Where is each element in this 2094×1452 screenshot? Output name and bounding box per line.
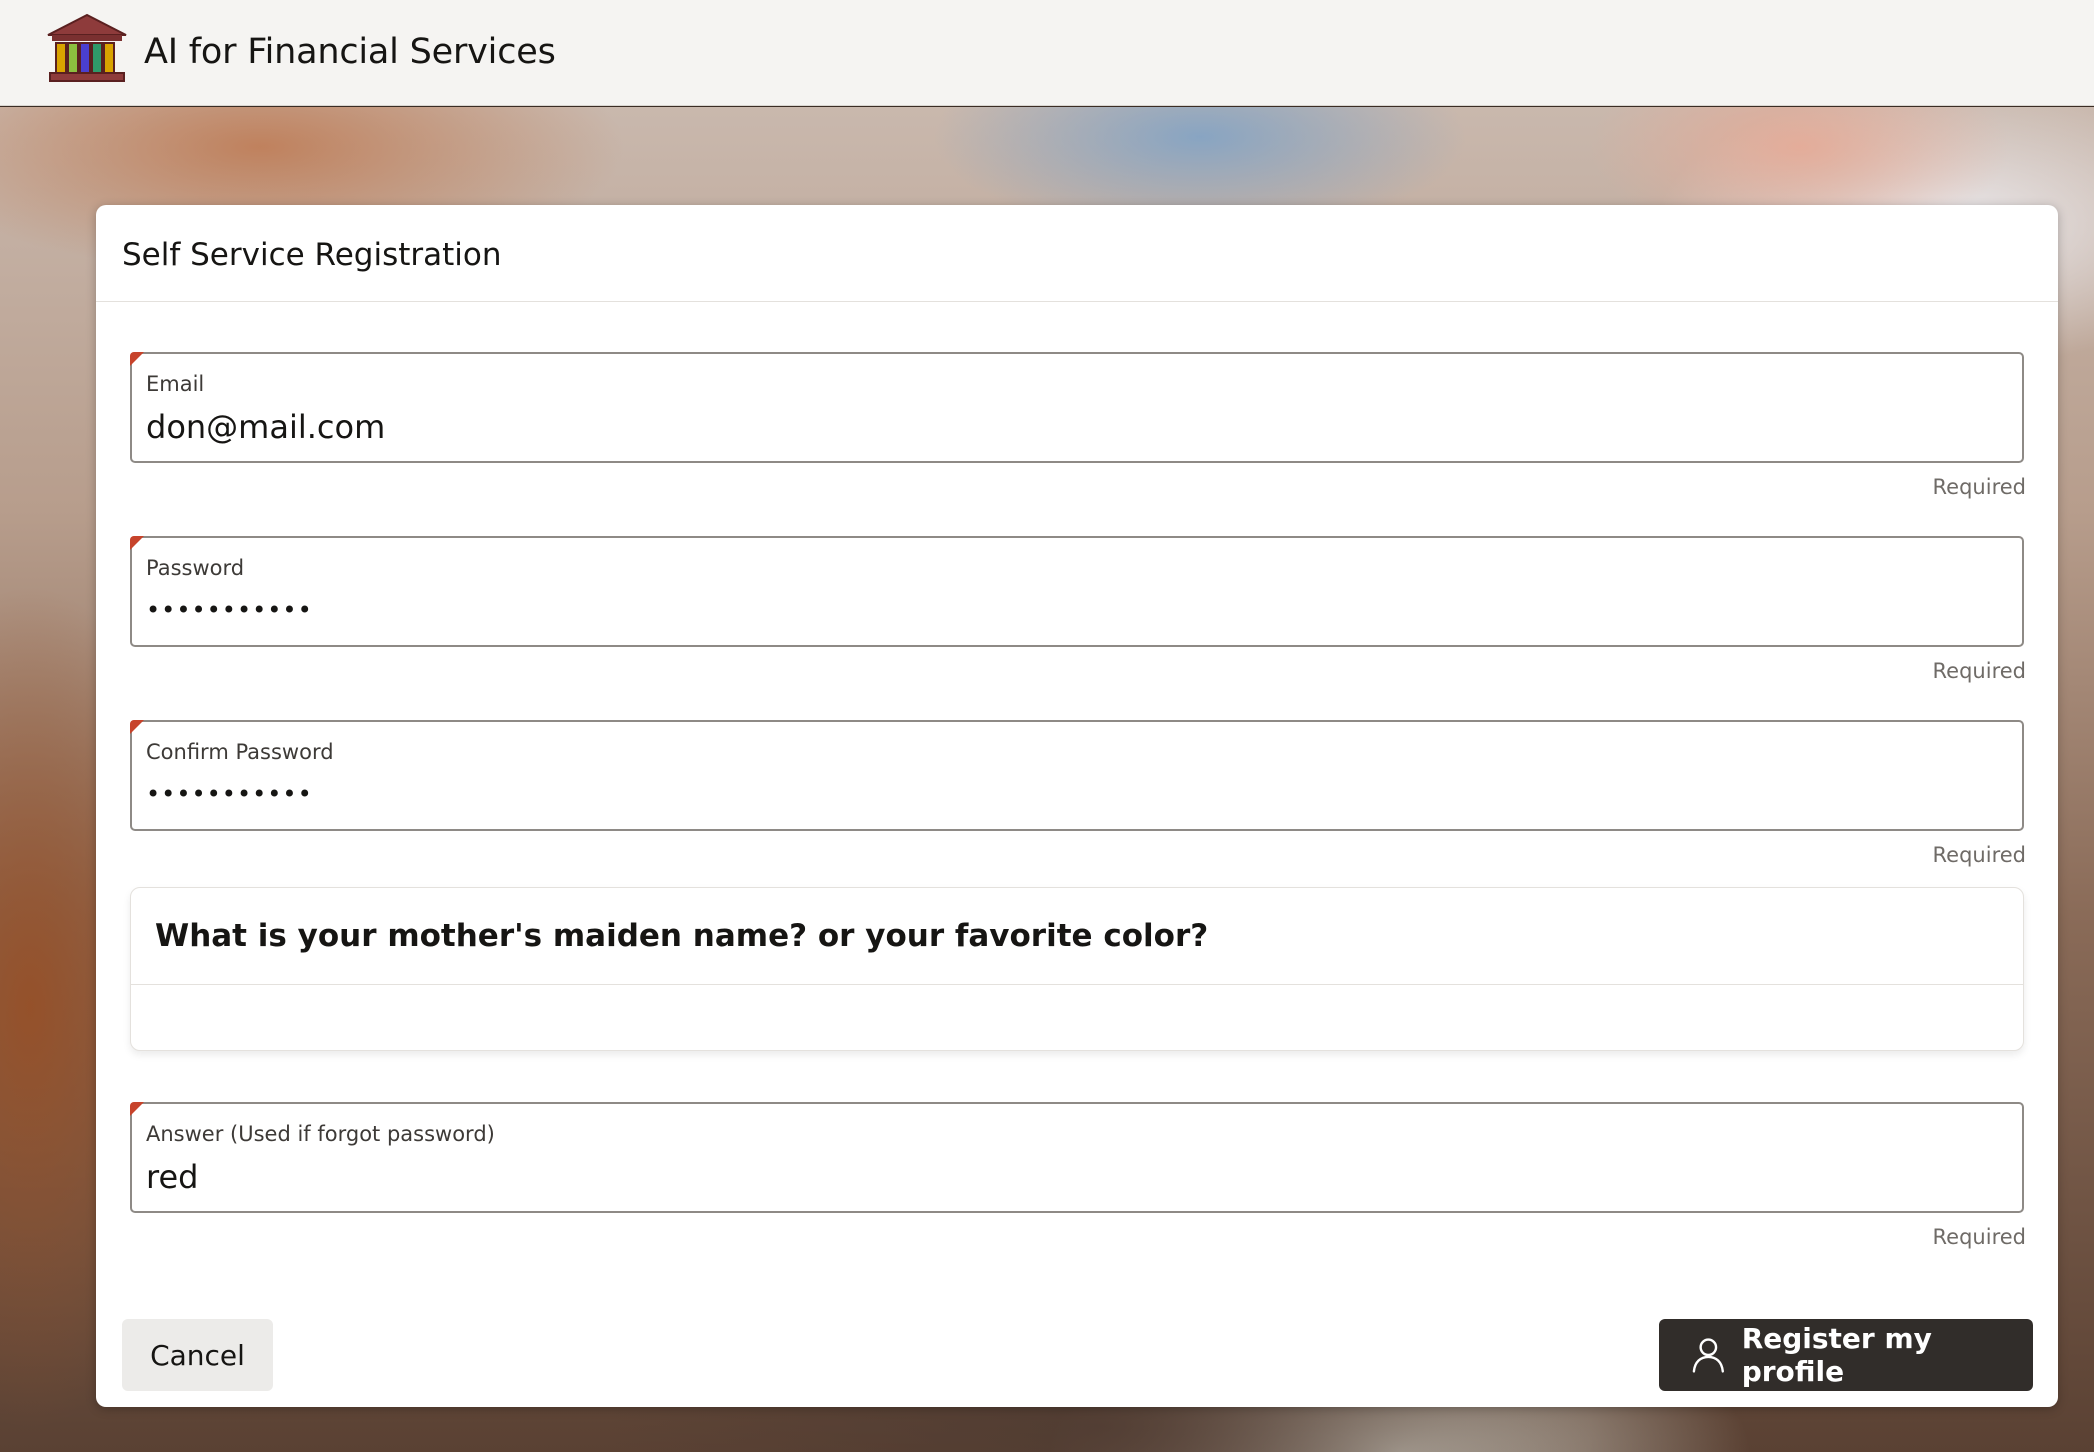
confirm-password-input[interactable]: •••••••••••: [146, 780, 313, 808]
security-question-text: What is your mother's maiden name? or yo…: [155, 918, 1209, 954]
confirm-password-label: Confirm Password: [146, 740, 334, 764]
required-indicator: [130, 720, 144, 734]
password-required-text: Required: [1932, 659, 2026, 683]
required-indicator: [130, 536, 144, 550]
register-label: Register my profile: [1741, 1322, 1932, 1388]
cancel-button[interactable]: Cancel: [122, 1319, 273, 1391]
answer-required-text: Required: [1932, 1225, 2026, 1249]
email-required-text: Required: [1932, 475, 2026, 499]
app-title: AI for Financial Services: [144, 32, 556, 72]
required-indicator: [130, 352, 144, 366]
bank-building-icon: [47, 13, 127, 82]
answer-label: Answer (Used if forgot password): [146, 1122, 495, 1146]
registration-card: Self Service Registration Email don@mail…: [96, 205, 2058, 1407]
email-field[interactable]: Email don@mail.com: [130, 352, 2024, 463]
password-input[interactable]: •••••••••••: [146, 596, 313, 624]
answer-field[interactable]: Answer (Used if forgot password) red: [130, 1102, 2024, 1213]
security-question-card: What is your mother's maiden name? or yo…: [130, 887, 2024, 1051]
password-field[interactable]: Password •••••••••••: [130, 536, 2024, 647]
register-button[interactable]: Register my profile: [1659, 1319, 2033, 1391]
user-icon: [1692, 1338, 1725, 1373]
app-header: AI for Financial Services: [0, 0, 2094, 106]
required-indicator: [130, 1102, 144, 1116]
email-label: Email: [146, 372, 205, 396]
answer-input[interactable]: red: [146, 1158, 198, 1196]
password-label: Password: [146, 556, 245, 580]
confirm-password-field[interactable]: Confirm Password •••••••••••: [130, 720, 2024, 831]
confirm-password-required-text: Required: [1932, 843, 2026, 867]
cancel-label: Cancel: [150, 1338, 245, 1372]
email-input[interactable]: don@mail.com: [146, 408, 385, 446]
security-question-header: What is your mother's maiden name? or yo…: [131, 888, 2023, 985]
form-title: Self Service Registration: [122, 237, 502, 273]
card-header: Self Service Registration: [96, 205, 2058, 302]
